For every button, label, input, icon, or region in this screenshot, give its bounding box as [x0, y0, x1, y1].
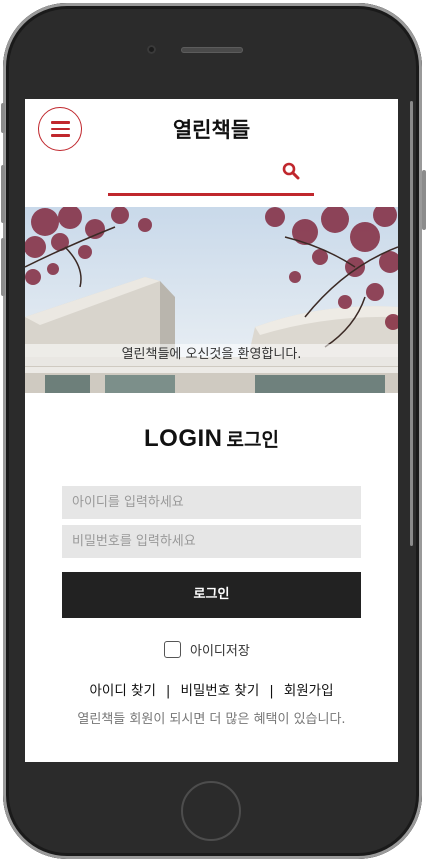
front-camera	[147, 45, 156, 54]
search-icon[interactable]	[282, 162, 300, 180]
earpiece-speaker	[181, 47, 243, 53]
site-logo[interactable]: 열린책들	[25, 114, 398, 144]
volume-down-button	[1, 238, 5, 296]
login-title-en: LOGIN	[144, 425, 223, 452]
find-password-link[interactable]: 비밀번호 찾기	[180, 683, 259, 699]
password-input[interactable]: 비밀번호를 입력하세요	[62, 525, 361, 558]
hero-banner: 열린책들에 오신것을 환영합니다.	[25, 207, 398, 393]
login-title: LOGIN 로그인	[25, 425, 398, 453]
link-separator: |	[165, 683, 171, 699]
save-id-checkbox[interactable]	[164, 640, 181, 658]
login-button[interactable]: 로그인	[62, 572, 361, 618]
mute-switch	[1, 103, 5, 133]
scrollbar[interactable]	[410, 101, 413, 546]
app-screen: 열린책들 열린책들에 오신것을 환영합니다. LOGIN 로그인 아이디를 입력…	[25, 99, 398, 762]
hero-caption: 열린책들에 오신것을 환영합니다.	[25, 344, 398, 366]
signup-link[interactable]: 회원가입	[284, 683, 334, 699]
login-title-ko: 로그인	[226, 429, 279, 451]
link-separator: |	[269, 683, 274, 699]
power-button	[422, 170, 426, 230]
home-button[interactable]	[181, 781, 241, 841]
save-id-option[interactable]: 아이디저장	[164, 639, 250, 659]
account-links: 아이디 찾기 | 비밀번호 찾기 | 회원가입	[25, 679, 398, 699]
find-id-link[interactable]: 아이디 찾기	[89, 683, 155, 699]
search-underline	[108, 193, 314, 196]
volume-up-button	[1, 165, 5, 223]
membership-benefit-text: 열린책들 회원이 되시면 더 많은 혜택이 있습니다.	[77, 712, 346, 727]
id-input[interactable]: 아이디를 입력하세요	[62, 486, 361, 519]
save-id-label[interactable]: 아이디저장	[190, 640, 250, 659]
search-bar[interactable]	[108, 154, 314, 196]
